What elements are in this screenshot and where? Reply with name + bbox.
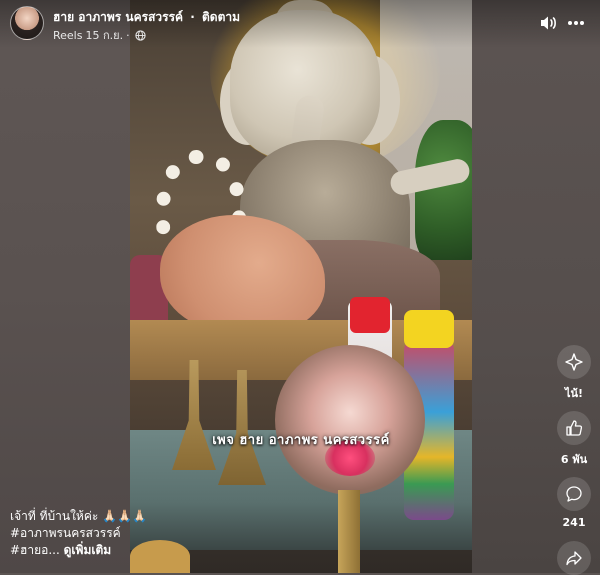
reel-header: ฮาย อาภาพร นครสวรรค์ · ติดตาม Reels 15 ก… bbox=[0, 0, 600, 48]
sparkle-icon bbox=[565, 353, 583, 371]
react-label: ไน้! bbox=[564, 387, 584, 400]
comment-icon bbox=[566, 486, 582, 502]
separator: · bbox=[190, 10, 195, 24]
speaker-icon[interactable] bbox=[538, 13, 558, 33]
like-count: 6 พัน bbox=[560, 453, 588, 466]
post-description: เจ้าที่ ที่บ้านให้ค่ะ 🙏🏻🙏🏻🙏🏻 #อาภาพรนครส… bbox=[10, 508, 300, 559]
left-backdrop bbox=[0, 0, 130, 573]
thumbs-up-icon bbox=[566, 420, 583, 436]
yellow-bottle-cap bbox=[404, 310, 454, 348]
hashtag-link[interactable]: #อาภาพรนครสวรรค์ bbox=[10, 526, 121, 540]
source-label[interactable]: Reels bbox=[53, 29, 82, 42]
author-name[interactable]: ฮาย อาภาพร นครสวรรค์ bbox=[53, 10, 183, 24]
post-meta: Reels 15 ก.ย. · bbox=[53, 26, 146, 44]
react-action: ไน้! bbox=[554, 345, 594, 402]
more-icon[interactable] bbox=[566, 13, 586, 33]
post-date[interactable]: 15 ก.ย. bbox=[85, 26, 123, 44]
red-bottle-cap bbox=[350, 297, 390, 333]
comment-count: 241 bbox=[562, 516, 586, 529]
like-button[interactable] bbox=[557, 411, 591, 445]
follow-button[interactable]: ติดตาม bbox=[202, 10, 240, 24]
hashtag-link-truncated[interactable]: #ฮายอ... bbox=[10, 543, 60, 557]
share-button[interactable] bbox=[557, 541, 591, 575]
react-button[interactable] bbox=[557, 345, 591, 379]
like-action: 6 พัน bbox=[554, 411, 594, 468]
meta-separator: · bbox=[126, 28, 130, 42]
lamp-stem bbox=[338, 490, 360, 573]
avatar[interactable] bbox=[10, 6, 44, 40]
comment-action: 241 bbox=[554, 477, 594, 529]
description-text: เจ้าที่ ที่บ้านให้ค่ะ 🙏🏻🙏🏻🙏🏻 bbox=[10, 509, 147, 523]
globe-icon bbox=[134, 29, 146, 41]
video-caption-overlay: เพจ ฮาย อาภาพร นครสวรรค์ bbox=[212, 433, 390, 448]
see-more-link[interactable]: ดูเพิ่มเติม bbox=[64, 543, 112, 557]
author-line: ฮาย อาภาพร นครสวรรค์ · ติดตาม bbox=[53, 8, 240, 27]
reel-video[interactable]: เพจ ฮาย อาภาพร นครสวรรค์ bbox=[130, 0, 472, 573]
share-action bbox=[554, 541, 594, 575]
brass-bell-right bbox=[218, 370, 266, 485]
share-icon bbox=[566, 551, 582, 566]
comment-button[interactable] bbox=[557, 477, 591, 511]
